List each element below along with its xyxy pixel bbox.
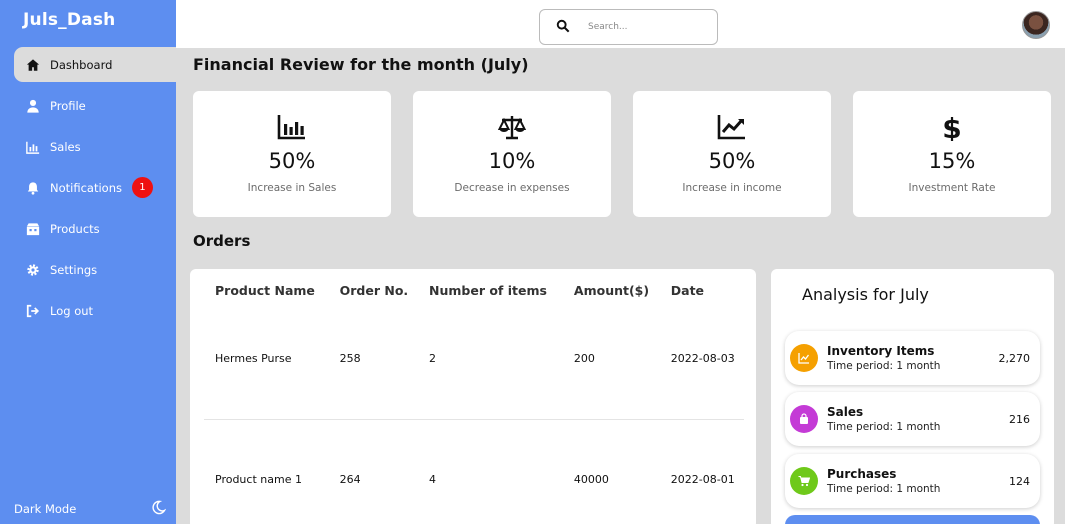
balance-scale-icon — [497, 113, 527, 145]
sidebar-item-label: Dashboard — [50, 57, 113, 72]
analysis-item-value: 124 — [1009, 474, 1030, 488]
analysis-item-title: Sales — [827, 405, 864, 419]
card-label: Decrease in expenses — [454, 182, 570, 194]
orders-panel: Product Name Order No. Number of items A… — [190, 269, 756, 524]
sidebar-item-label: Sales — [50, 139, 81, 154]
sidebar: Juls_Dash Dashboard Profile Sales Notifi… — [0, 0, 176, 524]
analysis-item-purchases[interactable]: Purchases Time period: 1 month 124 — [785, 454, 1040, 508]
card-value: 10% — [488, 149, 536, 173]
dark-mode-toggle[interactable]: Dark Mode — [14, 500, 167, 518]
home-icon — [25, 57, 41, 73]
logout-icon — [25, 303, 41, 319]
analysis-item-period: Time period: 1 month — [827, 421, 941, 433]
sidebar-item-products[interactable]: Products — [0, 211, 176, 246]
card-label: Increase in Sales — [247, 182, 337, 194]
sidebar-item-profile[interactable]: Profile — [0, 88, 176, 123]
sidebar-item-settings[interactable]: Settings — [0, 252, 176, 287]
brand-logo[interactable]: Juls_Dash — [23, 10, 115, 30]
analysis-item-period: Time period: 1 month — [827, 483, 941, 495]
column-header[interactable]: Product Name — [204, 281, 329, 299]
avatar[interactable] — [1022, 11, 1050, 39]
card-label: Investment Rate — [908, 182, 996, 194]
cart-icon — [790, 467, 818, 495]
analysis-item-inventory[interactable]: Inventory Items Time period: 1 month 2,2… — [785, 331, 1040, 385]
dollar-icon: $ — [937, 112, 967, 145]
table-cell: 264 — [339, 472, 361, 486]
table-row[interactable]: Product name 1 264 4 40000 2022-08-01 — [204, 419, 744, 524]
sidebar-item-sales[interactable]: Sales — [0, 129, 176, 164]
column-header[interactable]: Date — [660, 281, 744, 299]
sidebar-item-label: Notifications — [50, 180, 122, 195]
summary-card-sales: 50% Increase in Sales — [193, 91, 391, 217]
analysis-item-value: 216 — [1009, 412, 1030, 426]
sidebar-item-label: Settings — [50, 262, 98, 277]
card-value: 50% — [268, 149, 316, 173]
table-cell: 4 — [429, 472, 437, 486]
moon-icon — [151, 500, 167, 518]
table-row[interactable]: Hermes Purse 258 2 200 2022-08-03 — [204, 299, 744, 420]
summary-card-investment: $ 15% Investment Rate — [853, 91, 1051, 217]
summary-card-expenses: 10% Decrease in expenses — [413, 91, 611, 217]
orders-title: Orders — [193, 232, 251, 250]
summary-card-income: 50% Increase in income — [633, 91, 831, 217]
sidebar-nav: Dashboard Profile Sales Notifications 1 — [0, 47, 176, 334]
sidebar-item-dashboard[interactable]: Dashboard — [14, 47, 176, 82]
notification-badge: 1 — [131, 177, 153, 198]
table-cell: 200 — [562, 299, 660, 420]
sidebar-item-label: Log out — [50, 303, 94, 318]
top-bar — [176, 0, 1065, 48]
table-header-row: Product Name Order No. Number of items A… — [204, 281, 744, 299]
page-title: Financial Review for the month (July) — [193, 55, 529, 74]
line-chart-icon — [790, 344, 818, 372]
table-cell: 40000 — [573, 472, 609, 486]
bell-icon — [25, 180, 41, 196]
products-icon — [25, 221, 41, 237]
column-header[interactable]: Number of items — [418, 281, 563, 299]
card-value: 15% — [928, 149, 976, 173]
table-cell: 2022-08-01 — [670, 472, 735, 486]
search-icon — [556, 18, 570, 37]
table-cell: Hermes Purse — [204, 299, 329, 420]
sidebar-item-notifications[interactable]: Notifications 1 — [0, 170, 176, 205]
table-cell: 258 — [328, 299, 419, 420]
analysis-item-sales[interactable]: Sales Time period: 1 month 216 — [785, 392, 1040, 446]
analysis-item-period: Time period: 1 month — [827, 360, 941, 372]
search-input[interactable] — [588, 22, 708, 32]
table-cell: 2 — [418, 299, 563, 420]
summary-cards: 50% Increase in Sales 10% Decrease in ex… — [193, 91, 1051, 217]
shopping-bag-icon — [790, 405, 818, 433]
orders-table: Product Name Order No. Number of items A… — [204, 281, 744, 524]
gear-icon — [25, 262, 41, 278]
table-cell: 2022-08-03 — [659, 299, 744, 420]
dark-mode-label: Dark Mode — [14, 502, 77, 516]
analysis-item-value: 2,270 — [998, 351, 1031, 365]
analysis-panel: Analysis for July Inventory Items Time p… — [771, 269, 1054, 524]
analysis-item-title: Purchases — [827, 467, 897, 481]
column-header[interactable]: Amount($) — [563, 281, 660, 299]
bar-chart-icon — [25, 139, 41, 155]
analysis-item-title: Inventory Items — [827, 344, 935, 358]
bar-chart-icon — [277, 113, 307, 145]
table-cell: Product name 1 — [215, 472, 302, 486]
card-label: Increase in income — [682, 182, 782, 194]
sidebar-item-label: Products — [50, 221, 100, 236]
sidebar-item-label: Profile — [50, 98, 86, 113]
column-header[interactable]: Order No. — [329, 281, 418, 299]
analysis-action-button[interactable] — [785, 515, 1040, 524]
sidebar-item-logout[interactable]: Log out — [0, 293, 176, 328]
analysis-title: Analysis for July — [802, 285, 929, 304]
user-icon — [25, 98, 41, 114]
card-value: 50% — [708, 149, 756, 173]
trending-up-icon — [717, 113, 747, 145]
svg-text:$: $ — [942, 113, 961, 141]
search-box[interactable] — [539, 9, 718, 45]
